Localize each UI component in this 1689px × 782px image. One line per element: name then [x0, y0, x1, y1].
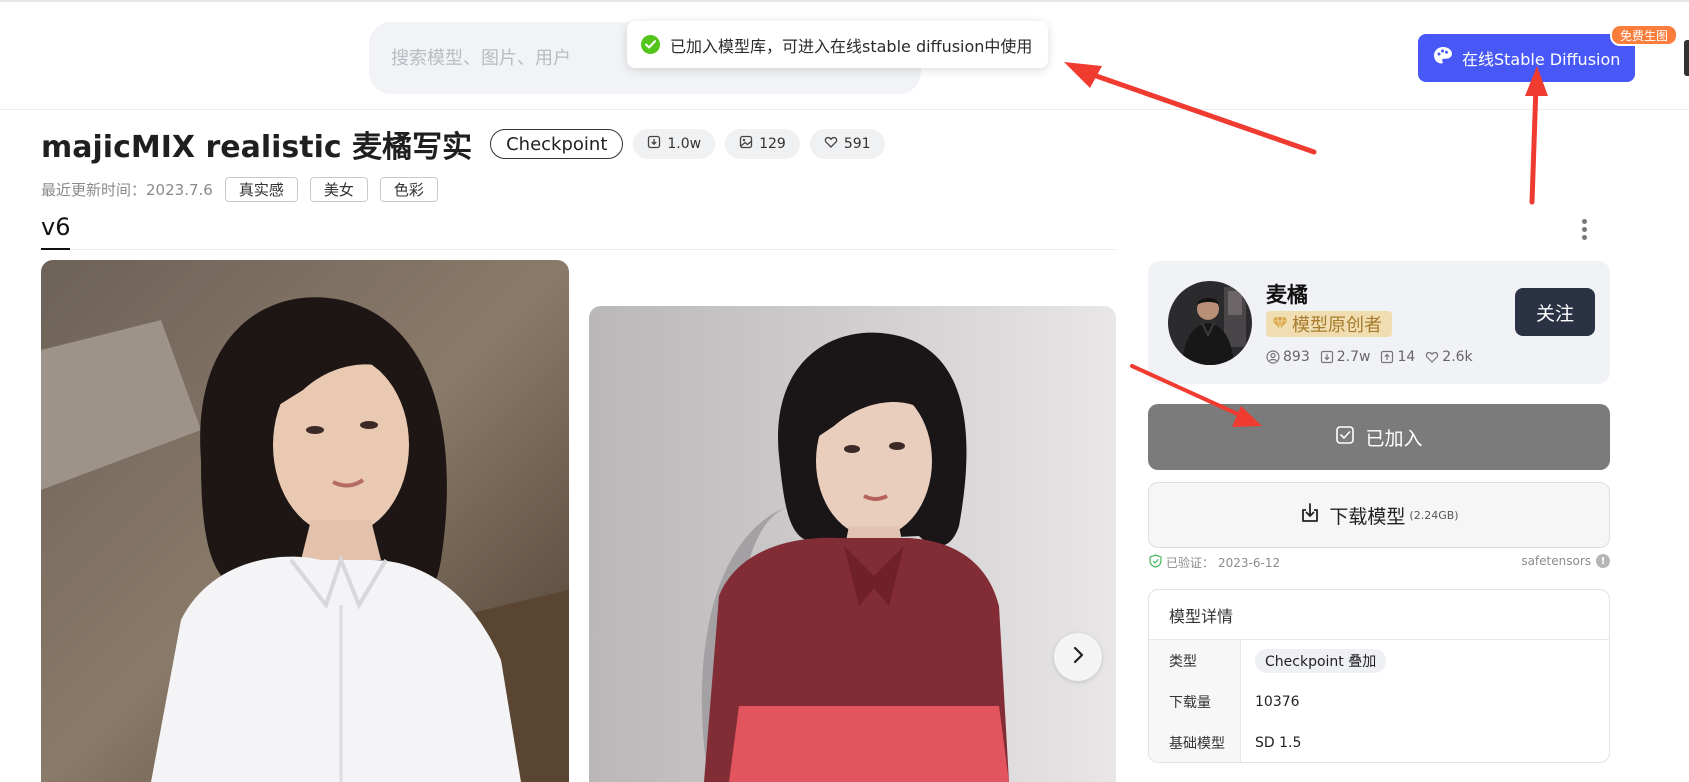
follow-button[interactable]: 关注: [1515, 288, 1595, 336]
model-details-panel: 模型详情 类型 Checkpoint 叠加 下载量 10376 基础模型 SD …: [1148, 589, 1610, 763]
checkbox-checked-icon: [1335, 425, 1355, 450]
creator-followers-count: 893: [1283, 349, 1310, 365]
creator-stats: 893 2.7w 14 2.6k: [1266, 349, 1473, 365]
detail-value: Checkpoint 叠加: [1241, 648, 1387, 673]
tag-item[interactable]: 色彩: [379, 177, 438, 202]
download-size: (2.24GB): [1409, 508, 1459, 522]
image-count-pill[interactable]: 129: [725, 129, 800, 159]
download-count-pill: 1.0w: [633, 129, 716, 159]
tag-item[interactable]: 美女: [309, 177, 368, 202]
detail-row-base-model: 基础模型 SD 1.5: [1149, 722, 1609, 762]
download-icon: [1299, 502, 1321, 529]
creator-uploads-count: 14: [1397, 349, 1416, 365]
online-sd-label: 在线Stable Diffusion: [1462, 50, 1621, 69]
edge-tab[interactable]: [1684, 40, 1689, 76]
model-type-chip: Checkpoint 叠加: [1255, 648, 1387, 673]
tab-v6[interactable]: v6: [41, 213, 71, 250]
info-icon[interactable]: !: [1596, 554, 1610, 568]
download-model-button[interactable]: 下载模型 (2.24GB): [1148, 482, 1610, 548]
free-badge: 免费生图: [1610, 24, 1679, 46]
creator-card: 麦橘 模型原创者 893 2.7w 14 2.6k 关注: [1148, 261, 1610, 384]
creator-stat-likes: 2.6k: [1425, 349, 1473, 365]
detail-row-type: 类型 Checkpoint 叠加: [1149, 640, 1609, 681]
showcase-image-2[interactable]: [589, 306, 1116, 782]
detail-label: 类型: [1149, 640, 1241, 681]
download-count: 1.0w: [667, 136, 702, 152]
creator-stat-downloads: 2.7w: [1320, 349, 1371, 365]
success-toast: 已加入模型库，可进入在线stable diffusion中使用: [627, 21, 1049, 68]
online-sd-button[interactable]: 在线Stable Diffusion: [1418, 34, 1635, 82]
download-label: 下载模型: [1329, 505, 1406, 528]
creator-role-label: 模型原创者: [1292, 315, 1382, 336]
model-meta-row: 最近更新时间： 2023.7.6 真实感 美女 色彩: [41, 177, 438, 202]
details-title: 模型详情: [1149, 590, 1609, 640]
heart-icon: [824, 135, 838, 153]
user-icon: [1266, 350, 1280, 364]
diamond-icon: [1272, 314, 1288, 335]
next-image-button[interactable]: [1054, 633, 1102, 681]
upload-icon: [1380, 350, 1394, 364]
updated-date: 2023.7.6: [146, 180, 213, 199]
verification-row: 已验证： 2023-6-12 safetensors !: [1149, 554, 1610, 570]
check-circle-icon: [641, 35, 660, 54]
toast-message: 已加入模型库，可进入在线stable diffusion中使用: [670, 36, 1033, 56]
shield-check-icon: [1149, 554, 1162, 571]
file-format-label: safetensors: [1521, 554, 1591, 568]
file-format: safetensors !: [1521, 554, 1610, 568]
avatar[interactable]: [1168, 281, 1252, 365]
creator-role-badge: 模型原创者: [1266, 311, 1392, 337]
model-title-row: majicMIX realistic 麦橘写实 Checkpoint 1.0w …: [41, 122, 885, 166]
page-title: majicMIX realistic 麦橘写实: [41, 130, 473, 165]
image-count: 129: [759, 136, 786, 152]
download-icon: [647, 135, 661, 153]
added-to-library-button[interactable]: 已加入: [1148, 404, 1610, 470]
version-tabs: v6: [41, 213, 1116, 250]
chevron-right-icon: [1070, 645, 1086, 669]
updated-label: 最近更新时间：: [41, 181, 147, 199]
added-label: 已加入: [1365, 427, 1423, 450]
image-icon: [739, 135, 753, 153]
detail-value: SD 1.5: [1255, 734, 1302, 751]
detail-value: 10376: [1255, 693, 1300, 710]
detail-row-downloads: 下载量 10376: [1149, 681, 1609, 722]
creator-downloads-count: 2.7w: [1336, 349, 1371, 365]
creator-name[interactable]: 麦橘: [1266, 279, 1308, 309]
tag-item[interactable]: 真实感: [224, 177, 298, 202]
like-count: 591: [843, 136, 871, 152]
heart-icon: [1425, 350, 1439, 364]
detail-label: 下载量: [1149, 681, 1241, 722]
download-icon: [1320, 350, 1334, 364]
verified-label: 已验证：: [1166, 556, 1215, 570]
creator-stat-followers: 893: [1266, 349, 1310, 365]
showcase-image-1[interactable]: [41, 260, 569, 782]
more-options-icon[interactable]: [1582, 219, 1587, 240]
palette-icon: [1432, 45, 1454, 71]
verified-date: 2023-6-12: [1218, 555, 1281, 570]
like-count-pill[interactable]: 591: [809, 129, 885, 159]
verified-status: 已验证： 2023-6-12: [1149, 554, 1280, 571]
model-type-tag: Checkpoint: [490, 129, 624, 159]
creator-likes-count: 2.6k: [1442, 349, 1473, 365]
detail-label: 基础模型: [1149, 722, 1241, 762]
creator-stat-uploads: 14: [1380, 349, 1415, 365]
